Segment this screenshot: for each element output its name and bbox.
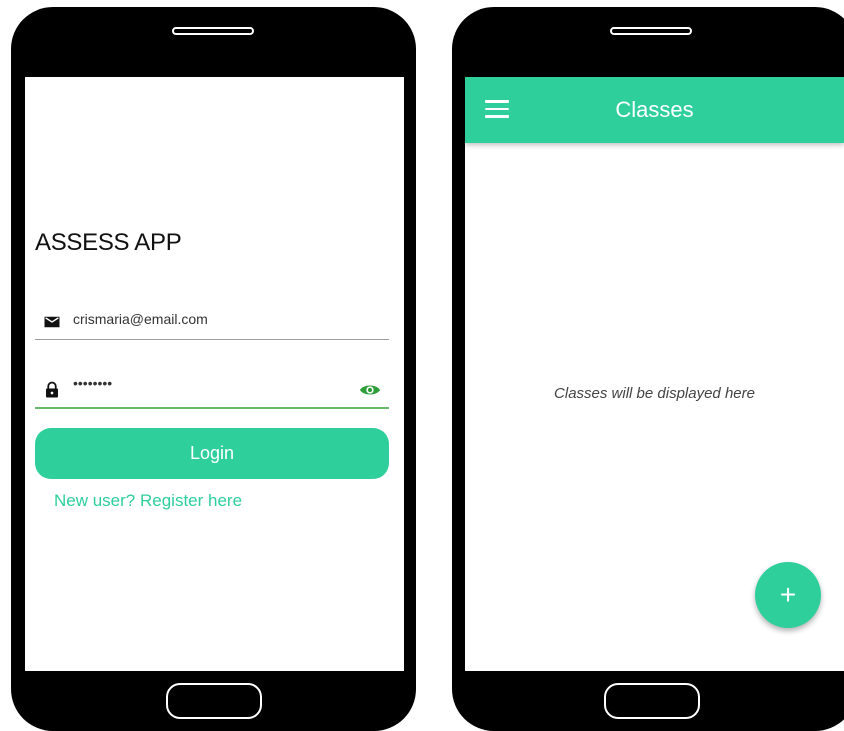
- email-value: crismaria@email.com: [73, 311, 208, 327]
- login-button[interactable]: Login: [35, 428, 389, 479]
- phone-frame-classes: Classes Classes will be displayed here +: [452, 7, 844, 731]
- empty-state-message: Classes will be displayed here: [554, 385, 755, 402]
- password-value: ••••••••: [73, 375, 113, 391]
- phone-frame-login: ASSESS APP crismaria@email.com •••••••• …: [11, 7, 416, 731]
- add-class-button[interactable]: +: [755, 562, 821, 628]
- speaker-slot: [610, 27, 692, 35]
- lock-icon: [46, 381, 58, 398]
- page-title: Classes: [615, 97, 694, 122]
- email-field[interactable]: crismaria@email.com: [35, 305, 389, 340]
- app-bar: Classes: [465, 77, 844, 143]
- password-field[interactable]: ••••••••: [35, 373, 389, 409]
- mail-icon: [44, 316, 60, 328]
- app-title: ASSESS APP: [35, 229, 182, 256]
- eye-icon[interactable]: [359, 382, 381, 398]
- home-button[interactable]: [604, 683, 700, 719]
- classes-screen: Classes Classes will be displayed here +: [465, 77, 844, 671]
- login-screen: ASSESS APP crismaria@email.com •••••••• …: [25, 77, 404, 671]
- speaker-slot: [172, 27, 254, 35]
- home-button[interactable]: [166, 683, 262, 719]
- register-link[interactable]: New user? Register here: [54, 491, 242, 511]
